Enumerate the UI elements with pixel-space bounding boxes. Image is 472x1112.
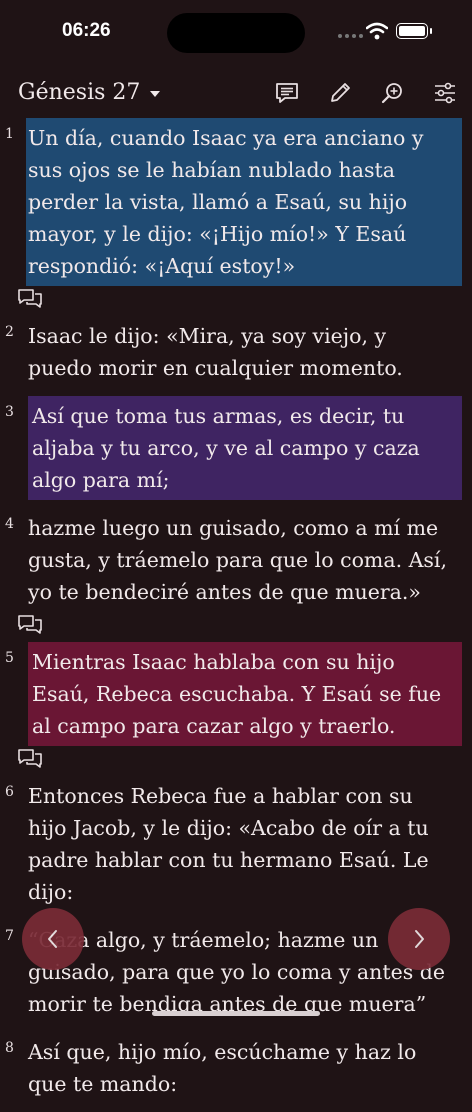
verse-number: 3 [5,404,14,420]
verse-text[interactable]: Mientras Isaac hablaba con su hijo Esaú,… [28,642,462,746]
verse-2[interactable]: 2 Isaac le dijo: «Mira, ya soy viejo, y p… [0,316,472,388]
verse-number: 4 [5,516,14,532]
status-time: 06:26 [62,20,111,41]
chevron-down-icon [150,90,161,97]
chapter-title: Génesis 27 [18,80,141,105]
verse-number: 5 [5,650,14,666]
top-toolbar: Génesis 27 [0,74,472,114]
verse-number: 1 [5,126,14,142]
verse-note-icon[interactable] [18,748,462,768]
verse-text[interactable]: hazme luego un guisado, como a mí me gus… [28,508,462,612]
verse-text[interactable]: Entonces Rebeca fue a hablar con su hijo… [28,776,462,912]
status-bar: 06:26 [0,0,472,64]
verse-number: 7 [5,928,14,944]
settings-sliders-icon[interactable] [432,80,458,106]
cellular-signal-icon [338,34,363,38]
chevron-right-icon [415,930,424,948]
verse-note-icon[interactable] [18,614,462,634]
previous-chapter-button[interactable] [22,908,84,970]
battery-cap [430,28,432,34]
next-chapter-button[interactable] [388,908,450,970]
verse-6[interactable]: 6 Entonces Rebeca fue a hablar con su hij… [0,776,472,912]
pencil-icon[interactable] [327,80,353,106]
verse-3[interactable]: 3 Así que toma tus armas, es decir, tu al… [0,396,472,500]
chapter-selector[interactable]: Génesis 27 [18,80,161,105]
verse-number: 6 [5,784,14,800]
notes-icon[interactable] [274,80,300,106]
zoom-search-icon[interactable] [380,80,406,106]
verse-note-icon[interactable] [18,288,462,308]
verse-1[interactable]: 1 Un día, cuando Isaac ya era anciano y s… [0,118,472,308]
verse-number: 8 [5,1040,14,1056]
battery-icon [396,23,428,39]
dynamic-island [167,13,305,53]
chevron-left-icon [48,930,57,948]
verse-number: 2 [5,324,14,340]
verse-text[interactable]: Así que toma tus armas, es decir, tu alj… [28,396,462,500]
home-indicator[interactable] [152,1011,320,1016]
verse-text[interactable]: Isaac le dijo: «Mira, ya soy viejo, y pu… [28,316,462,388]
verse-8[interactable]: 8 Así que, hijo mío, escúchame y haz lo q… [0,1032,472,1104]
verse-text[interactable]: Así que, hijo mío, escúchame y haz lo qu… [28,1032,462,1104]
wifi-icon [366,22,388,40]
verse-4[interactable]: 4 hazme luego un guisado, como a mí me gu… [0,508,472,634]
verse-text[interactable]: Un día, cuando Isaac ya era anciano y su… [26,118,462,286]
verse-5[interactable]: 5 Mientras Isaac hablaba con su hijo Esaú… [0,642,472,768]
